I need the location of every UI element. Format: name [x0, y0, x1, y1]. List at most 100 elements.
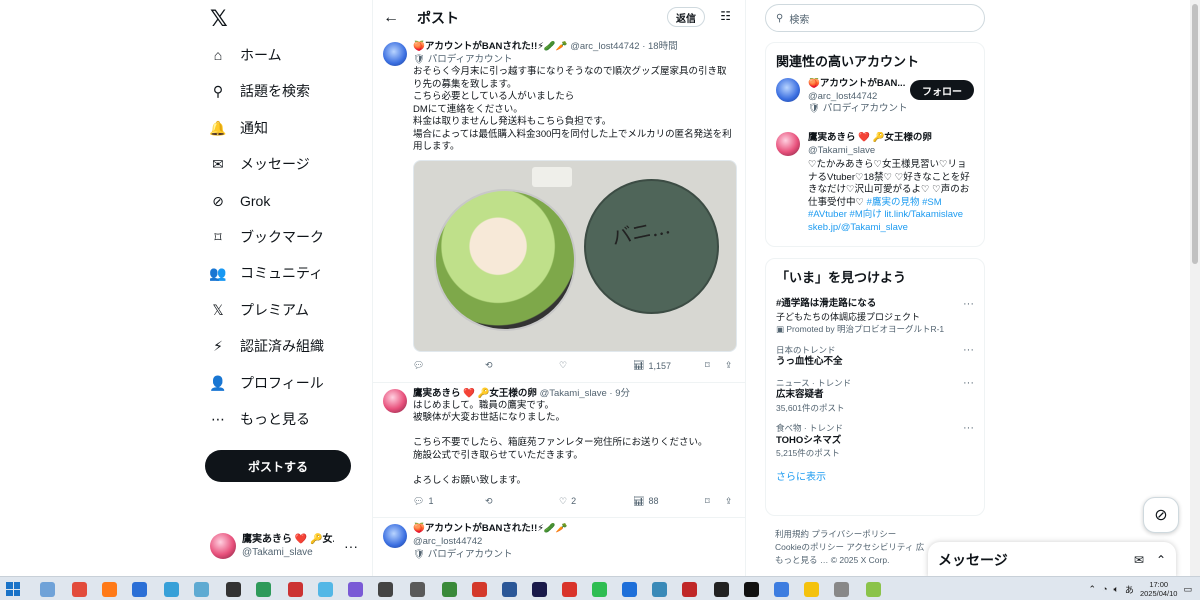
nav-grok[interactable]: ⊘ Grok — [208, 186, 270, 216]
firefox-icon[interactable] — [102, 582, 117, 597]
related-account[interactable]: 鷹実あきら ❤️ 🔑女王様の卵 @Takami_slave ♡たかみあきら♡女王… — [766, 132, 984, 234]
trend-item[interactable]: 食べ物 · トレンド TOHOシネマズ 5,215件のポスト ··· — [766, 418, 984, 464]
post-author-name[interactable]: 鷹実あきら ❤️ 🔑女王様の卵 — [413, 388, 537, 399]
related-account[interactable]: 🍑アカウントがBAN... @arc_lost44742 🛡 パロディアカウント… — [766, 78, 984, 132]
app-icon[interactable] — [682, 582, 697, 597]
post-author-handle[interactable]: @Takami_slave — [540, 388, 607, 399]
compose-post-button[interactable]: ポストする — [205, 450, 351, 482]
nav-explore[interactable]: ⚲ 話題を検索 — [208, 76, 310, 106]
nav-messages[interactable]: ✉ メッセージ — [208, 149, 310, 179]
app-icon[interactable] — [410, 582, 425, 597]
app-icon[interactable] — [226, 582, 241, 597]
premiere-icon[interactable] — [532, 582, 547, 597]
post-media-image[interactable]: バニ... — [413, 159, 737, 352]
reply-sort-button[interactable]: 返信 — [667, 7, 705, 27]
account-switcher[interactable]: 鷹実あきら ❤️ 🔑女... @Takami_slave ··· — [210, 528, 365, 564]
avatar[interactable] — [776, 132, 800, 156]
nav-bookmarks[interactable]: ⌑ ブックマーク — [208, 222, 324, 252]
messages-drawer[interactable]: メッセージ ✉ ⌃ — [928, 542, 1176, 576]
like-button[interactable]: ♡ 2 — [559, 496, 576, 507]
trend-item[interactable]: 日本のトレンド うっ血性心不全 ··· — [766, 340, 984, 373]
trend-item[interactable]: #通学路は滑走路になる 子どもたちの体調応援プロジェクト ▣ Promoted … — [766, 294, 984, 340]
nav-profile[interactable]: 👤 プロフィール — [208, 368, 323, 398]
views-button[interactable]: 📊︎ 1,157 — [633, 360, 671, 371]
post-time[interactable]: 9分 — [615, 388, 630, 399]
post-author-name[interactable]: 🍑アカウントがBANされた!!⚡🥒🥕 — [413, 41, 568, 52]
post-time[interactable]: 18時間 — [648, 41, 678, 52]
nav-notifications[interactable]: 🔔 通知 — [208, 113, 268, 143]
app-icon[interactable] — [744, 582, 759, 597]
avatar[interactable] — [383, 42, 407, 66]
like-icon[interactable]: ♡ — [559, 360, 567, 371]
share-icon[interactable]: ⇪ — [725, 360, 733, 371]
search-input[interactable]: ⚲ 検索 — [765, 4, 985, 32]
app-icon[interactable] — [472, 582, 487, 597]
chevron-up-icon[interactable]: ⌃ — [1156, 553, 1166, 567]
post-reply[interactable]: 鷹実あきら ❤️ 🔑女王様の卵 @Takami_slave · 9分 はじめまし… — [373, 383, 745, 516]
page-scrollbar[interactable] — [1190, 0, 1200, 576]
post-author-handle[interactable]: @arc_lost44742 — [570, 41, 639, 52]
nav-premium[interactable]: 𝕏 プレミアム — [208, 295, 309, 325]
app-icon[interactable] — [714, 582, 729, 597]
nav-home[interactable]: ⌂ ホーム — [208, 40, 282, 70]
more-horizontal-icon[interactable]: ··· — [963, 422, 974, 435]
app-icon[interactable] — [164, 582, 179, 597]
reply-icon[interactable]: 💬︎ — [413, 360, 424, 371]
share-icon[interactable]: ⇪ — [725, 496, 733, 507]
back-arrow-icon[interactable]: ← — [383, 9, 407, 27]
account-name[interactable]: 鷹実あきら ❤️ 🔑女王様の卵 — [808, 132, 974, 145]
volume-icon[interactable]: 🔈︎ — [1114, 584, 1119, 595]
repost-icon[interactable]: ⟲ — [485, 360, 493, 371]
pdf-icon[interactable] — [562, 582, 577, 597]
app-icon[interactable] — [622, 582, 637, 597]
more-horizontal-icon[interactable]: ··· — [963, 377, 974, 390]
post-author-name[interactable]: 🍑アカウントがBANされた!!⚡🥒🥕 — [413, 523, 568, 534]
post-main[interactable]: 🍑アカウントがBANされた!!⚡🥒🥕 @arc_lost44742 · 18時間… — [373, 36, 745, 380]
settings-sliders-icon[interactable]: ☷ — [720, 9, 731, 23]
follow-button[interactable]: フォロー — [910, 80, 974, 100]
notification-icon[interactable]: ▭ — [1183, 584, 1192, 595]
post-reply[interactable]: 🍑アカウントがBANされた!!⚡🥒🥕 @arc_lost44742 🛡 パロディ… — [373, 518, 745, 561]
reply-button[interactable]: 💬︎ 1 — [413, 496, 433, 507]
app-icon[interactable] — [866, 582, 881, 597]
more-horizontal-icon[interactable]: ··· — [963, 344, 974, 357]
app-icon[interactable] — [132, 582, 147, 597]
clock[interactable]: 17:00 2025/04/10 — [1140, 580, 1178, 598]
wifi-icon[interactable]: ◔ — [1102, 584, 1107, 594]
bookmark-icon[interactable]: ⌑ — [705, 360, 710, 371]
photoshop-icon[interactable] — [502, 582, 517, 597]
chrome-icon[interactable] — [72, 582, 87, 597]
account-name[interactable]: 🍑アカウントがBAN... — [808, 78, 908, 91]
post-author-handle[interactable]: @arc_lost44742 — [413, 535, 735, 548]
bookmark-icon[interactable]: ⌑ — [705, 496, 710, 507]
app-icon[interactable] — [288, 582, 303, 597]
views-button[interactable]: 📊︎ 88 — [633, 496, 658, 507]
nav-more[interactable]: ⋯ もっと見る — [208, 404, 310, 434]
search-icon[interactable] — [40, 582, 55, 597]
app-icon[interactable] — [318, 582, 333, 597]
show-more-link[interactable]: さらに表示 — [766, 464, 984, 489]
chevron-up-icon[interactable]: ⌃ — [1089, 584, 1097, 595]
app-icon[interactable] — [804, 582, 819, 597]
repost-icon[interactable]: ⟲ — [485, 496, 493, 507]
scrollbar-thumb[interactable] — [1192, 4, 1198, 264]
app-icon[interactable] — [378, 582, 393, 597]
app-icon[interactable] — [442, 582, 457, 597]
nav-communities[interactable]: 👥 コミュニティ — [208, 258, 323, 288]
nav-verified-orgs[interactable]: ⚡ 認証済み組織 — [208, 331, 324, 361]
avatar[interactable] — [776, 78, 800, 102]
app-icon[interactable] — [194, 582, 209, 597]
discord-icon[interactable] — [348, 582, 363, 597]
more-horizontal-icon[interactable]: ··· — [963, 298, 974, 311]
windows-start-icon[interactable] — [6, 582, 20, 596]
more-horizontal-icon[interactable]: ··· — [344, 538, 358, 554]
line-icon[interactable] — [592, 582, 607, 597]
avatar[interactable] — [383, 388, 407, 413]
app-icon[interactable] — [834, 582, 849, 597]
ime-indicator[interactable]: あ — [1125, 583, 1134, 596]
new-message-icon[interactable]: ✉ — [1134, 553, 1144, 567]
app-icon[interactable] — [774, 582, 789, 597]
app-icon[interactable] — [652, 582, 667, 597]
grok-floating-button[interactable]: ⊘ — [1143, 497, 1179, 533]
avatar[interactable] — [383, 524, 407, 548]
